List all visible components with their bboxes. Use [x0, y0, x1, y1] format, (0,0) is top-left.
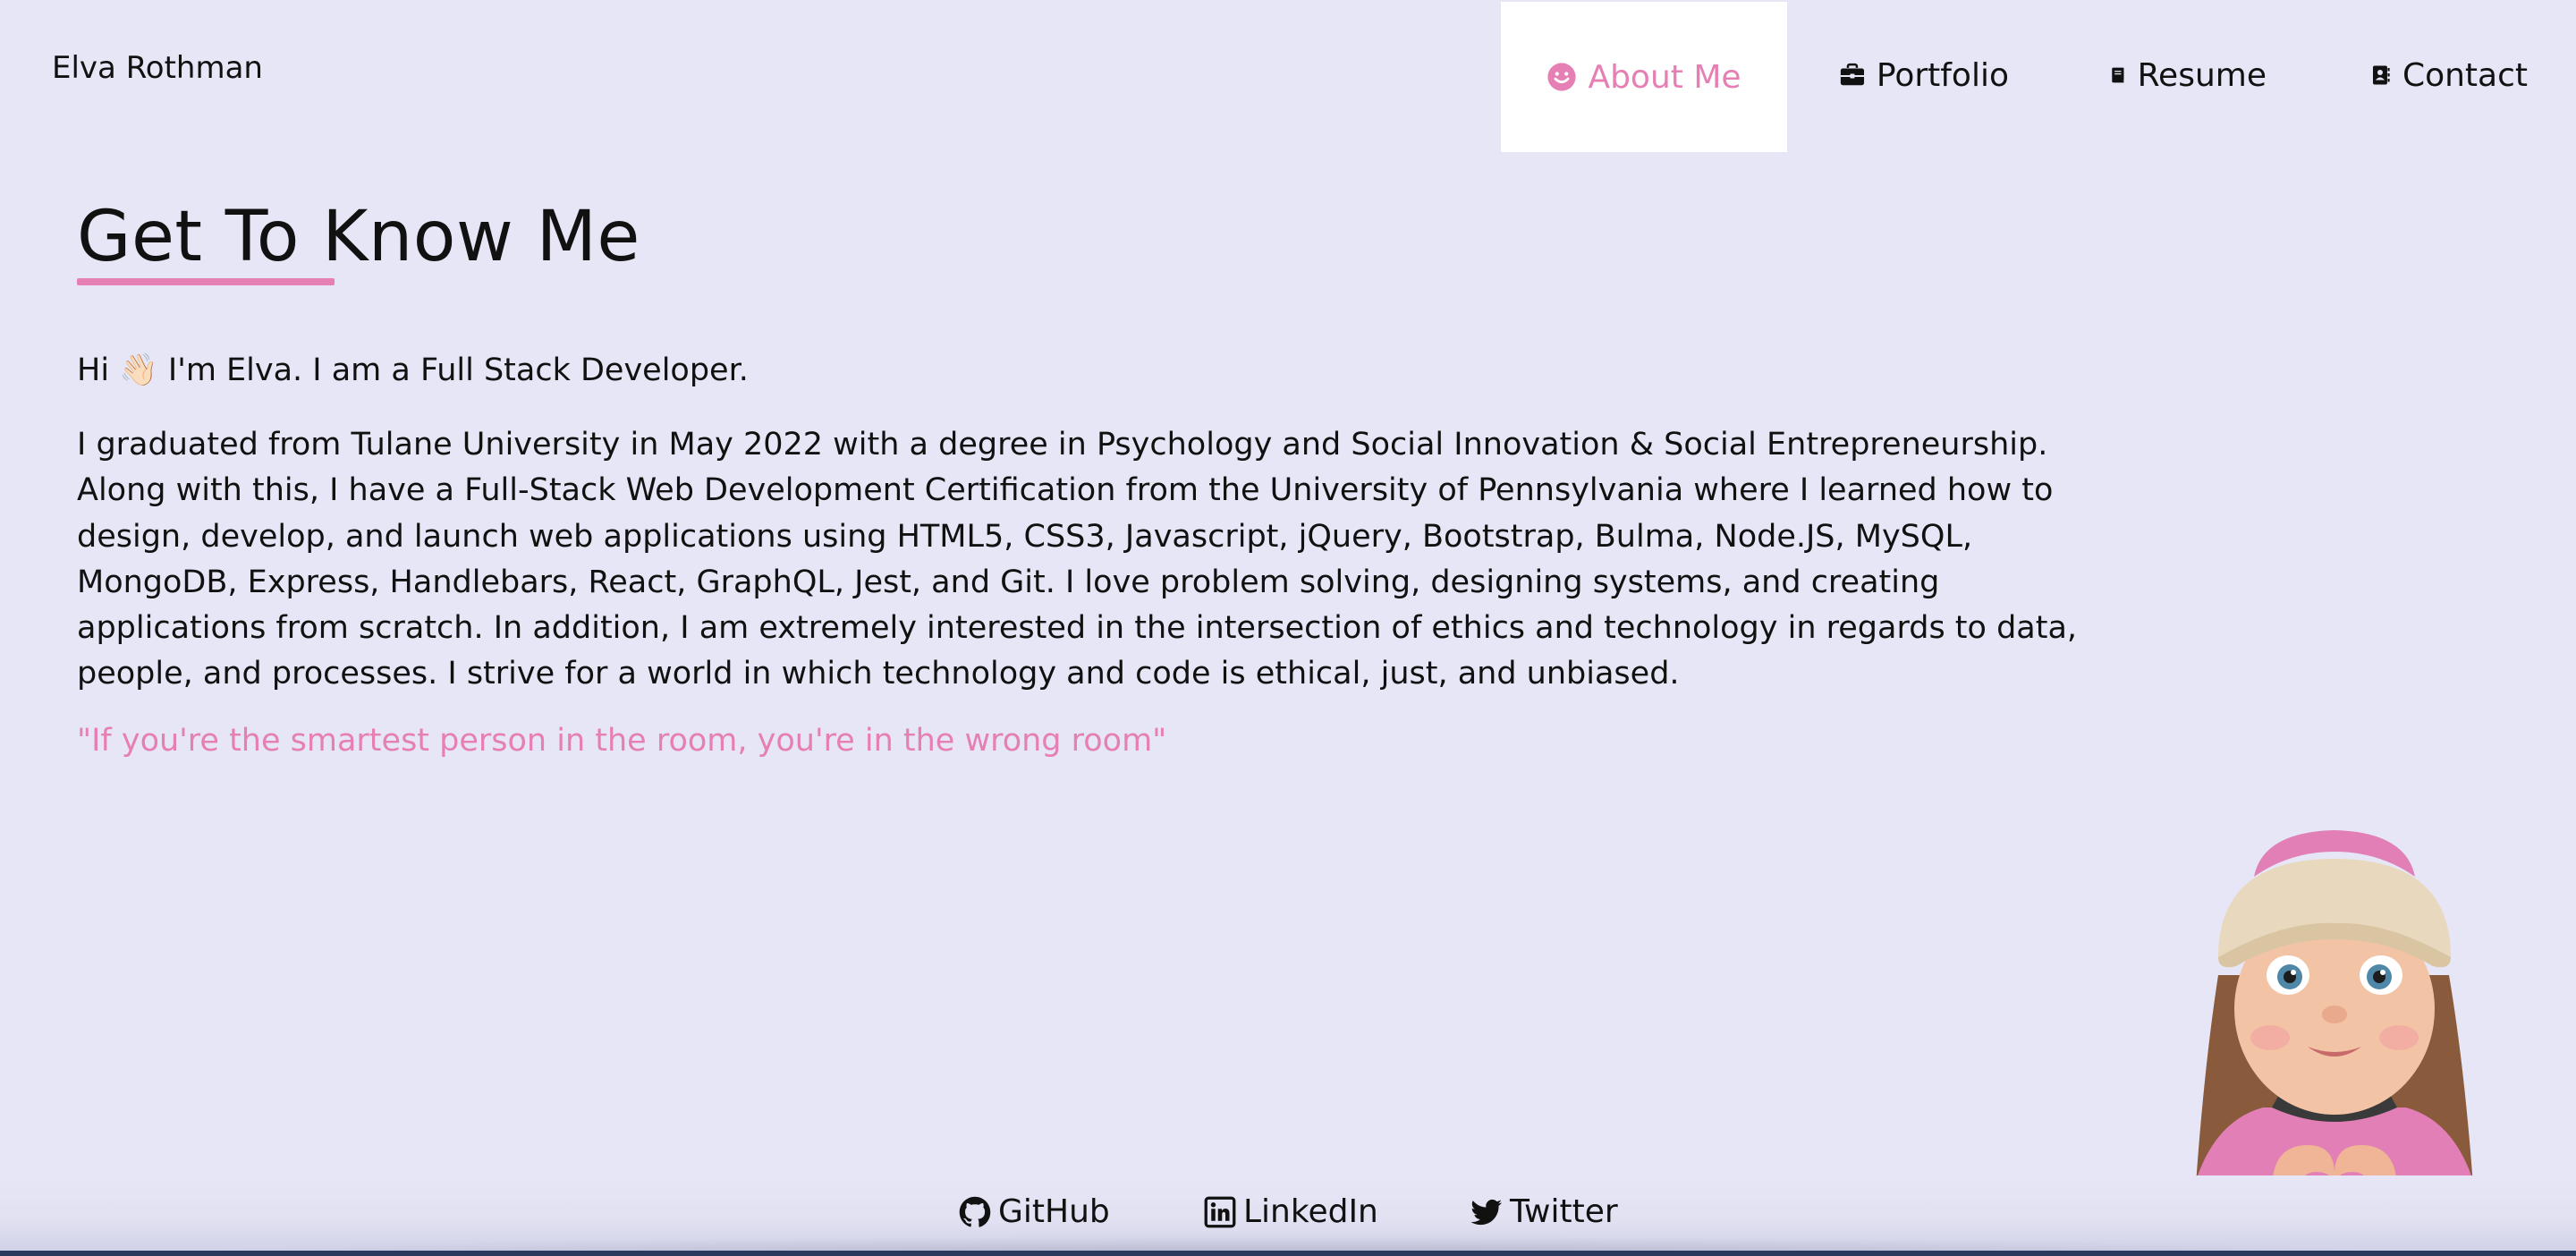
book-icon — [2112, 67, 2124, 83]
twitter-link[interactable]: Twitter — [1470, 1193, 1618, 1230]
address-book-icon — [2372, 65, 2390, 85]
nav-item-resume[interactable]: Resume — [2109, 0, 2267, 150]
twitter-label: Twitter — [1510, 1193, 1618, 1230]
nav-item-label: About Me — [1588, 58, 1741, 96]
briefcase-icon — [1840, 63, 1865, 86]
title-underline — [77, 278, 335, 285]
nav-item-label: Contact — [2402, 56, 2528, 94]
site-brand[interactable]: Elva Rothman — [52, 50, 263, 86]
linkedin-label: LinkedIn — [1243, 1193, 1378, 1230]
linkedin-icon — [1204, 1196, 1236, 1227]
nav-item-label: Portfolio — [1876, 56, 2009, 94]
page-title: Get To Know Me — [77, 197, 640, 277]
footer-bottom-bar — [0, 1251, 2576, 1256]
linkedin-link[interactable]: LinkedIn — [1204, 1193, 1378, 1230]
github-link[interactable]: GitHub — [959, 1193, 1110, 1230]
nav-item-about-me[interactable]: About Me — [1501, 2, 1787, 152]
smile-icon — [1547, 63, 1577, 91]
twitter-icon — [1470, 1199, 1503, 1225]
nav-item-portfolio[interactable]: Portfolio — [1839, 0, 2009, 150]
github-label: GitHub — [998, 1193, 1110, 1230]
nav-item-label: Resume — [2137, 56, 2267, 94]
intro-text: Hi 👋🏻 I'm Elva. I am a Full Stack Develo… — [77, 352, 749, 388]
nav-item-contact[interactable]: Contact — [2370, 0, 2528, 150]
bio-paragraph: I graduated from Tulane University in Ma… — [77, 427, 2078, 692]
quote-text: "If you're the smartest person in the ro… — [77, 723, 1167, 759]
page: Elva Rothman About Me Portfolio Resume C… — [0, 0, 2576, 1256]
github-icon — [959, 1196, 991, 1227]
